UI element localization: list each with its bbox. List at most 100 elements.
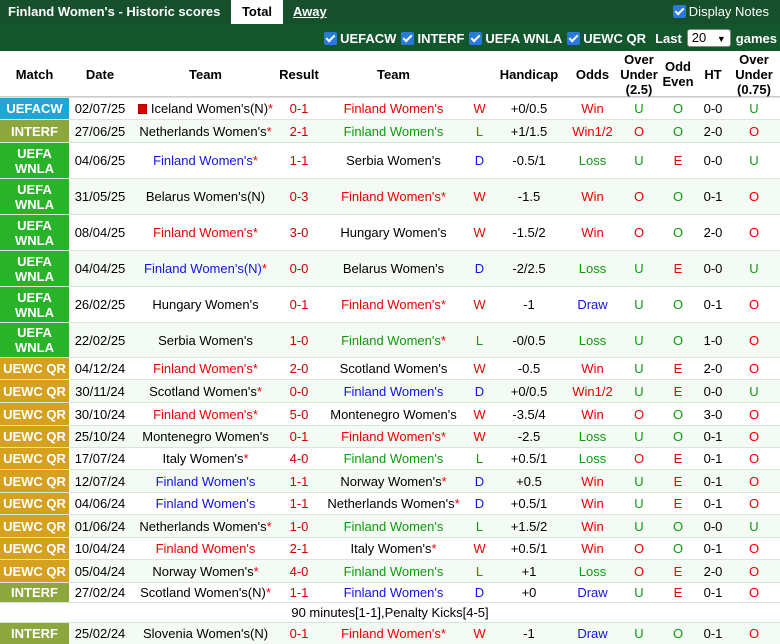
display-notes-toggle[interactable]: Display Notes [672,4,769,19]
match-result[interactable]: 0-0 [281,380,317,402]
match-result[interactable]: 3-0 [281,215,317,250]
match-result[interactable]: 1-1 [281,493,317,514]
home-team[interactable]: Italy Women's * [130,448,281,469]
checkbox-checked-icon[interactable] [401,31,415,45]
filter-uewc-qr[interactable]: UEWC QR [567,31,646,46]
match-result[interactable]: 2-1 [281,538,317,559]
match-result[interactable]: 1-0 [281,515,317,537]
match-result[interactable]: 0-1 [281,98,317,119]
checkbox-checked-icon[interactable] [672,5,686,18]
away-team[interactable]: Finland Women's [317,98,470,119]
competition-badge[interactable]: UEFA WNLA [0,215,69,250]
away-team[interactable]: Finland Women's [317,448,470,469]
away-team[interactable]: Finland Women's [317,120,470,142]
match-result[interactable]: 0-0 [281,251,317,286]
home-team[interactable]: Finland Women's * [130,143,281,178]
home-team[interactable]: Iceland Women's(N) * [130,98,281,119]
competition-badge[interactable]: INTERF [0,583,69,602]
competition-badge[interactable]: UEWC QR [0,470,69,492]
competition-badge[interactable]: INTERF [0,623,69,644]
away-team[interactable]: Netherlands Women's * [317,493,470,514]
competition-badge[interactable]: UEFA WNLA [0,143,69,178]
away-team[interactable]: Finland Women's * [317,179,470,214]
home-team[interactable]: Scotland Women's * [130,380,281,402]
away-team[interactable]: Hungary Women's [317,215,470,250]
match-result[interactable]: 0-1 [281,623,317,644]
competition-badge[interactable]: UEWC QR [0,448,69,469]
away-team[interactable]: Norway Women's * [317,470,470,492]
competition-badge[interactable]: UEFA WNLA [0,287,69,322]
competition-badge[interactable]: UEFA WNLA [0,251,69,286]
home-team[interactable]: Finland Women's * [130,403,281,425]
away-team[interactable]: Belarus Women's [317,251,470,286]
home-team[interactable]: Finland Women's * [130,358,281,379]
checkbox-checked-icon[interactable] [324,31,338,45]
match-result[interactable]: 1-1 [281,470,317,492]
home-team[interactable]: Serbia Women's [130,323,281,357]
tab-total[interactable]: Total [231,0,283,24]
match-result[interactable]: 0-1 [281,426,317,447]
away-team[interactable]: Scotland Women's [317,358,470,379]
checkbox-checked-icon[interactable] [567,31,581,45]
match-result[interactable]: 1-1 [281,143,317,178]
filter-uefa-wnla[interactable]: UEFA WNLA [469,31,562,46]
competition-badge[interactable]: UEWC QR [0,380,69,402]
odds-result: Draw [577,626,608,641]
competition-badge[interactable]: UEWC QR [0,515,69,537]
away-team[interactable]: Montenegro Women's [317,403,470,425]
away-team[interactable]: Serbia Women's [317,143,470,178]
away-team[interactable]: Italy Women's * [317,538,470,559]
away-team[interactable]: Finland Women's * [317,623,470,644]
filter-label: UEFA WNLA [485,30,563,46]
table-row: UEWC QR 04/06/24 Finland Women's 1-1 Netherl… [0,492,780,514]
home-team[interactable]: Finland Women's [130,493,281,514]
match-result[interactable]: 1-0 [281,323,317,357]
away-team[interactable]: Finland Women's * [317,323,470,357]
match-result[interactable]: 4-0 [281,448,317,469]
home-team[interactable]: Finland Women's(N) * [130,251,281,286]
competition-badge[interactable]: UEWC QR [0,560,69,582]
match-result[interactable]: 0-1 [281,287,317,322]
home-team[interactable]: Norway Women's * [130,560,281,582]
away-team[interactable]: Finland Women's [317,380,470,402]
checkbox-checked-icon[interactable] [469,31,483,45]
competition-badge[interactable]: UEWC QR [0,538,69,559]
odd-even: O [672,225,684,240]
match-result[interactable]: 4-0 [281,560,317,582]
home-team[interactable]: Montenegro Women's [130,426,281,447]
away-star: * [441,473,447,489]
home-team[interactable]: Belarus Women's(N) [130,179,281,214]
match-result[interactable]: 2-0 [281,358,317,379]
home-team[interactable]: Slovenia Women's(N) [130,623,281,644]
competition-badge[interactable]: UEFACW [0,98,69,119]
filter-interf[interactable]: INTERF [401,31,464,46]
competition-badge[interactable]: UEWC QR [0,493,69,514]
match-result[interactable]: 2-1 [281,120,317,142]
away-team[interactable]: Finland Women's [317,560,470,582]
match-result[interactable]: 1-1 [281,583,317,602]
competition-badge[interactable]: UEFA WNLA [0,323,69,357]
competition-badge[interactable]: UEFA WNLA [0,179,69,214]
home-team[interactable]: Hungary Women's [130,287,281,322]
display-notes-label: Display Notes [688,4,769,19]
competition-badge[interactable]: UEWC QR [0,358,69,379]
away-team[interactable]: Finland Women's * [317,287,470,322]
competition-badge[interactable]: UEWC QR [0,426,69,447]
away-team[interactable]: Finland Women's [317,583,470,602]
away-team[interactable]: Finland Women's [317,515,470,537]
away-team-name: Finland Women's [341,297,441,312]
home-team[interactable]: Finland Women's [130,470,281,492]
match-result[interactable]: 5-0 [281,403,317,425]
home-team[interactable]: Netherlands Women's * [130,120,281,142]
match-result[interactable]: 0-3 [281,179,317,214]
filter-uefacw[interactable]: UEFACW [324,31,396,46]
home-team[interactable]: Netherlands Women's * [130,515,281,537]
tab-away[interactable]: Away [293,4,327,19]
competition-badge[interactable]: UEWC QR [0,403,69,425]
home-team[interactable]: Finland Women's * [130,215,281,250]
away-team[interactable]: Finland Women's * [317,426,470,447]
home-team[interactable]: Finland Women's [130,538,281,559]
home-team[interactable]: Scotland Women's(N) * [130,583,281,602]
competition-badge[interactable]: INTERF [0,120,69,142]
games-count-select[interactable]: 20 ▼ [686,29,731,47]
